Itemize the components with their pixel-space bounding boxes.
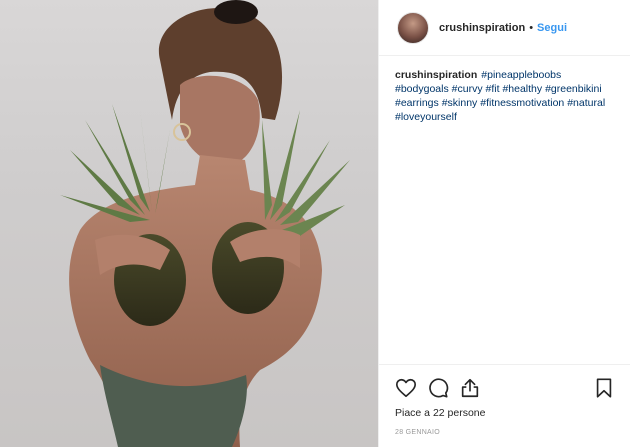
hashtag[interactable]: #skinny: [442, 97, 478, 109]
hashtag[interactable]: #greenbikini: [545, 83, 602, 95]
action-icons: [395, 371, 615, 405]
hashtag[interactable]: #pineappleboobs: [481, 69, 561, 81]
author-username[interactable]: crushinspiration: [439, 22, 525, 34]
hashtag[interactable]: #fitnessmotivation: [480, 97, 564, 109]
hashtag[interactable]: #bodygoals: [395, 83, 449, 95]
header-separator: •: [529, 21, 534, 34]
header-text: crushinspiration • Segui: [439, 22, 567, 34]
post-date: 28 GENNAIO: [395, 429, 441, 436]
avatar[interactable]: [397, 11, 429, 44]
caption-username[interactable]: crushinspiration: [395, 69, 477, 81]
share-icon[interactable]: [459, 377, 481, 399]
follow-button[interactable]: Segui: [537, 22, 567, 34]
hashtag[interactable]: #curvy: [452, 83, 483, 95]
hashtag[interactable]: #earrings: [395, 97, 439, 109]
hashtag[interactable]: #fit: [486, 83, 500, 95]
caption-line-1: crushinspiration #pineappleboobs: [395, 68, 614, 82]
post-header: crushinspiration • Segui: [379, 0, 630, 56]
hashtag[interactable]: #loveyourself: [395, 111, 457, 123]
caption-line-3: #earrings #skinny #fitnessmotivation #na…: [395, 96, 614, 110]
caption-line-2: #bodygoals #curvy #fit #healthy #greenbi…: [395, 82, 614, 96]
post-sidebar: crushinspiration • Segui crushinspiratio…: [378, 0, 630, 447]
comment-icon[interactable]: [427, 377, 449, 399]
heart-icon[interactable]: [395, 377, 417, 399]
hashtag[interactable]: #natural: [567, 97, 605, 109]
photo-illustration: [60, 0, 350, 447]
hashtag[interactable]: #healthy: [502, 83, 542, 95]
post-actions: Piace a 22 persone 28 GENNAIO: [379, 364, 630, 436]
caption-line-4: #loveyourself: [395, 110, 614, 124]
bookmark-icon[interactable]: [593, 377, 615, 399]
instagram-post: crushinspiration • Segui crushinspiratio…: [0, 0, 630, 447]
likes-count[interactable]: Piace a 22 persone: [395, 407, 615, 419]
caption: crushinspiration #pineappleboobs #bodygoa…: [379, 56, 630, 124]
post-photo[interactable]: [0, 0, 378, 447]
